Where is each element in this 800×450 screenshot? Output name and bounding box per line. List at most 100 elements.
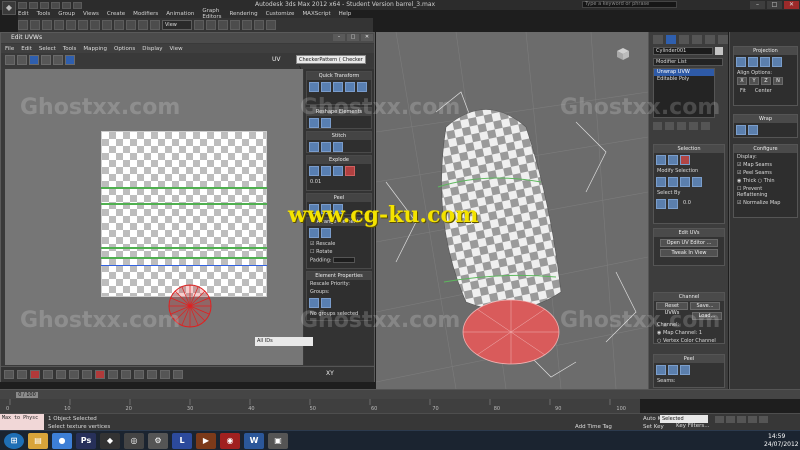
align-z-button[interactable]: Z <box>761 77 771 85</box>
time-slider[interactable]: 0 / 100 <box>0 389 800 399</box>
ungroup-icon[interactable] <box>321 298 331 308</box>
align-y-icon[interactable] <box>321 82 331 92</box>
menu-maxscript[interactable]: MAXScript <box>302 11 330 17</box>
previous-frame-icon[interactable] <box>726 416 735 423</box>
select-by-element-icon[interactable] <box>656 199 666 209</box>
channel-header[interactable]: Channel <box>654 293 724 301</box>
redo-icon[interactable] <box>62 1 71 9</box>
padding-input[interactable] <box>333 257 356 263</box>
scale-uv-icon[interactable] <box>29 55 39 65</box>
thin-radio[interactable]: Thin <box>764 178 775 184</box>
hierarchy-tab-icon[interactable] <box>679 35 689 44</box>
utilities-tab-icon[interactable] <box>718 35 728 44</box>
remove-modifier-icon[interactable] <box>689 122 698 130</box>
zoom-icon[interactable] <box>147 370 157 379</box>
map-seams-checkbox[interactable]: Map Seams <box>743 162 772 168</box>
save-file-icon[interactable] <box>40 1 49 9</box>
center-button[interactable]: Center <box>752 87 775 95</box>
loop-icon[interactable] <box>680 177 690 187</box>
undo-tool-icon[interactable] <box>18 20 28 30</box>
uv-minimize-button[interactable]: – <box>333 34 345 41</box>
weld-threshold-value[interactable]: 0.01 <box>310 179 321 185</box>
wrap-header[interactable]: Wrap <box>734 115 797 123</box>
selection-filter-icon[interactable] <box>66 20 76 30</box>
create-tab-icon[interactable] <box>653 35 663 44</box>
red-app-icon[interactable]: ◉ <box>220 433 240 449</box>
motion-tab-icon[interactable] <box>692 35 702 44</box>
pelt-cmd-icon[interactable] <box>668 365 678 375</box>
go-to-end-icon[interactable] <box>759 416 768 423</box>
undo-icon[interactable] <box>51 1 60 9</box>
quick-peel-cmd-icon[interactable] <box>656 365 666 375</box>
projection-header[interactable]: Projection <box>734 47 797 55</box>
vertex-sub-icon[interactable] <box>656 155 666 165</box>
group-select-icon[interactable] <box>309 298 319 308</box>
select-by-name-icon[interactable] <box>90 20 100 30</box>
planar-map-icon[interactable] <box>736 57 746 67</box>
zoom-region-icon[interactable] <box>160 370 170 379</box>
chrome-icon[interactable]: ● <box>52 433 72 449</box>
app-logo-icon[interactable]: ◆ <box>2 1 16 15</box>
modifier-list-dropdown[interactable]: Modifier List <box>653 58 723 66</box>
edge-mode-icon[interactable] <box>17 370 27 379</box>
spline-map-icon[interactable] <box>736 125 746 135</box>
box-map-icon[interactable] <box>772 57 782 67</box>
menu-animation[interactable]: Animation <box>166 11 194 17</box>
uv-menu-options[interactable]: Options <box>114 46 135 52</box>
element-properties-header[interactable]: Element Properties <box>307 272 371 280</box>
3dsmax-icon[interactable]: ◆ <box>100 433 120 449</box>
soft-selection-icon[interactable] <box>95 370 105 379</box>
menu-views[interactable]: Views <box>83 11 99 17</box>
object-color-swatch[interactable] <box>715 47 723 55</box>
misc-app-icon[interactable]: ▣ <box>268 433 288 449</box>
link-tool-icon[interactable] <box>30 20 40 30</box>
select-manipulate-icon[interactable] <box>206 20 216 30</box>
key-selection-dropdown[interactable]: Selected <box>660 415 708 423</box>
stack-item-editable-poly[interactable]: Editable Poly <box>654 76 714 83</box>
vertex-mode-icon[interactable] <box>4 370 14 379</box>
rotate-neg90-icon[interactable] <box>345 82 355 92</box>
show-map-icon[interactable] <box>65 55 75 65</box>
rotate-uv-icon[interactable] <box>17 55 27 65</box>
break-icon[interactable] <box>309 166 319 176</box>
settings-app-icon[interactable]: ⚙ <box>148 433 168 449</box>
stitch-source-icon[interactable] <box>321 142 331 152</box>
photoshop-icon[interactable]: Ps <box>76 433 96 449</box>
uv-menu-edit[interactable]: Edit <box>21 46 32 52</box>
menu-modifiers[interactable]: Modifiers <box>133 11 158 17</box>
peel-cmd-header[interactable]: Peel <box>654 355 724 363</box>
align-n-button[interactable]: N <box>773 77 783 85</box>
rescale-checkbox[interactable]: Rescale <box>316 241 335 247</box>
align-x-icon[interactable] <box>309 82 319 92</box>
track-bar[interactable]: 0 10 20 30 40 50 60 70 80 90 100 <box>0 399 640 413</box>
pan-icon[interactable] <box>134 370 144 379</box>
open-uv-editor-button[interactable]: Open UV Editor ... <box>660 239 718 247</box>
make-unique-icon[interactable] <box>677 122 686 130</box>
thick-radio[interactable]: Thick <box>743 178 756 184</box>
maxscript-listener[interactable]: Max to Physc <box>0 414 44 431</box>
search-input[interactable]: Type a keyword or phrase <box>582 1 677 8</box>
peel-header[interactable]: Peel <box>307 194 371 202</box>
mirror-icon[interactable] <box>254 20 264 30</box>
uv-menu-mapping[interactable]: Mapping <box>83 46 107 52</box>
ring-icon[interactable] <box>692 177 702 187</box>
move-uv-icon[interactable] <box>5 55 15 65</box>
detach-icon[interactable] <box>321 166 331 176</box>
bind-tool-icon[interactable] <box>54 20 64 30</box>
grow-selection-icon[interactable] <box>43 370 53 379</box>
pin-stack-icon[interactable] <box>653 122 662 130</box>
menu-rendering[interactable]: Rendering <box>229 11 257 17</box>
polygon-sub-icon[interactable] <box>680 155 690 165</box>
menu-create[interactable]: Create <box>107 11 125 17</box>
uv-window-titlebar[interactable] <box>1 33 374 43</box>
uv-menu-tools[interactable]: Tools <box>63 46 77 52</box>
explorer-icon[interactable]: ▤ <box>28 433 48 449</box>
configure-header[interactable]: Configure <box>734 145 797 153</box>
cylindrical-map-icon[interactable] <box>748 57 758 67</box>
display-tab-icon[interactable] <box>705 35 715 44</box>
ignore-backfacing-icon[interactable] <box>668 199 678 209</box>
material-id-dropdown[interactable]: All IDs <box>255 337 313 346</box>
align-y-button[interactable]: Y <box>749 77 759 85</box>
pin-cmd-icon[interactable] <box>680 365 690 375</box>
uv-menu-file[interactable]: File <box>5 46 14 52</box>
